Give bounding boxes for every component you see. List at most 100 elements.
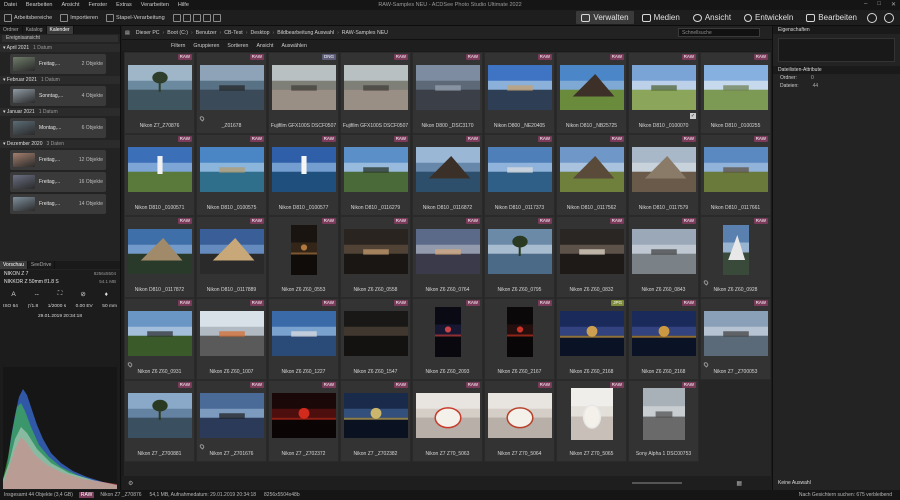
- help-icon[interactable]: [867, 13, 877, 23]
- menu-item[interactable]: Datei: [4, 2, 17, 8]
- tab-vorschau[interactable]: Vorschau: [0, 261, 28, 269]
- settings-icon[interactable]: ⚙: [128, 480, 133, 487]
- zoom-slider[interactable]: [632, 482, 682, 484]
- thumbnail[interactable]: RAW Nikon Z6 Z60_0843: [628, 216, 699, 298]
- calendar-day[interactable]: Freitag,... 12 Objekte: [10, 150, 106, 170]
- breadcrumb-item[interactable]: Benutzer: [193, 30, 220, 36]
- rotate-icon[interactable]: [202, 13, 211, 22]
- thumbnail[interactable]: RAW Nikon D810 _0116279: [340, 134, 411, 216]
- calendar-day[interactable]: Freitag,... 2 Objekte: [10, 54, 106, 74]
- thumbnail[interactable]: RAW Nikon Z6 Z60_1547: [340, 298, 411, 380]
- maximize-icon[interactable]: □: [877, 1, 881, 8]
- thumbnail[interactable]: RAW Nikon D810 _0117661: [700, 134, 771, 216]
- thumbnail[interactable]: RAW Nikon Z6 Z60_2093: [412, 298, 483, 380]
- thumbnail[interactable]: RAW Nikon Z7 _Z700053: [700, 298, 771, 380]
- thumbnail[interactable]: RAW Nikon Z6 Z60_2167: [484, 298, 555, 380]
- mode-verwalten-button[interactable]: Verwalten: [576, 11, 634, 24]
- thumbnail[interactable]: RAW Nikon D800 _DSC3170: [412, 52, 483, 134]
- menu-item[interactable]: Bearbeiten: [26, 2, 53, 8]
- thumbnail[interactable]: RAW Nikon D810 _0116872: [412, 134, 483, 216]
- thumbnail[interactable]: RAW Nikon Z6 Z60_0558: [340, 216, 411, 298]
- thumbnail[interactable]: DNG Fujifilm GFX100S DSCF0507: [268, 52, 339, 134]
- calendar-day[interactable]: Freitag,... 14 Objekte: [10, 194, 106, 214]
- mode-ansicht-button[interactable]: Ansicht: [688, 11, 736, 24]
- thumbnail[interactable]: RAW Nikon Z7 _Z700881: [124, 380, 195, 462]
- calendar-month[interactable]: ▾ Februar 2021 1 Datum: [0, 76, 120, 84]
- thumbnail[interactable]: RAW Sony Alpha 1 DSC00753: [628, 380, 699, 462]
- thumbnail[interactable]: RAW _Z01678: [196, 52, 267, 134]
- calendar-view-select[interactable]: Ereignisansicht: [2, 35, 118, 42]
- calendar-month[interactable]: ▾ Dezember 2020 3 Daten: [0, 140, 120, 148]
- minimize-icon[interactable]: –: [864, 1, 867, 8]
- thumbnail[interactable]: RAW Nikon D810 _0100575: [196, 134, 267, 216]
- slideshow-icon[interactable]: [172, 13, 181, 22]
- tab-katalog[interactable]: Katalog: [23, 26, 47, 34]
- quick-search-input[interactable]: Schnellsuche: [678, 28, 760, 37]
- account-icon[interactable]: [884, 13, 894, 23]
- thumbnail[interactable]: RAW Nikon D810 _NB25725: [556, 52, 627, 134]
- thumbnail[interactable]: RAW Nikon Z6 Z60_2168: [628, 298, 699, 380]
- thumbnail[interactable]: RAW Nikon Z6 Z60_0928: [700, 216, 771, 298]
- thumbnail[interactable]: RAW Nikon Z6 Z60_0553: [268, 216, 339, 298]
- upload-icon[interactable]: [192, 13, 201, 22]
- menu-item[interactable]: Verarbeiten: [141, 2, 169, 8]
- thumbnail[interactable]: RAW Nikon Z7 Z70_5063: [412, 380, 483, 462]
- calendar-month[interactable]: ▾ Januar 2021 1 Datum: [0, 108, 120, 116]
- breadcrumb-item[interactable]: Dieser PC: [133, 30, 163, 36]
- thumbnail[interactable]: RAW Nikon Z6 Z60_0795: [484, 216, 555, 298]
- thumbnail[interactable]: RAW Nikon D810 _0117872: [124, 216, 195, 298]
- thumbnail[interactable]: RAW Nikon Z6 Z60_0931: [124, 298, 195, 380]
- tab-seedrive[interactable]: SeeDrive: [28, 261, 56, 269]
- thumbnail[interactable]: RAW Nikon Z6 Z60_1007: [196, 298, 267, 380]
- filterbar-gruppieren-button[interactable]: Gruppieren: [190, 43, 222, 49]
- breadcrumb-item[interactable]: Bildbearbeitung Auswahl: [274, 30, 337, 36]
- thumbnail[interactable]: RAW Nikon D800 _NE20405: [484, 52, 555, 134]
- tab-ordner[interactable]: Ordner: [0, 26, 23, 34]
- workspaces-button[interactable]: Arbeitsbereiche: [0, 13, 56, 22]
- thumbnail[interactable]: RAW Nikon D810 _0100571: [124, 134, 195, 216]
- thumbnail[interactable]: RAW Nikon D810 _0117562: [556, 134, 627, 216]
- thumbnail[interactable]: RAW Nikon D810 _0117889: [196, 216, 267, 298]
- filterbar-filtern-button[interactable]: Filtern: [168, 43, 188, 49]
- menu-item[interactable]: Hilfe: [178, 2, 189, 8]
- thumbnail[interactable]: RAW Nikon D810 _0117579: [628, 134, 699, 216]
- layout-icon[interactable]: [182, 13, 191, 22]
- play-icon[interactable]: [212, 13, 221, 22]
- batch-button[interactable]: Stapel-Verarbeitung: [102, 13, 169, 22]
- calendar-day[interactable]: Freitag,... 16 Objekte: [10, 172, 106, 192]
- thumbnail[interactable]: RAW Nikon Z7_Z70876: [124, 52, 195, 134]
- breadcrumb-item[interactable]: CB-Test: [221, 30, 245, 36]
- thumbnail[interactable]: RAW Nikon D810 _0100577: [268, 134, 339, 216]
- calendar-day[interactable]: Sonntag,... 4 Objekte: [10, 86, 106, 106]
- mode-medien-button[interactable]: Medien: [637, 11, 685, 24]
- calendar-day[interactable]: Montag,... 6 Objekte: [10, 118, 106, 138]
- thumbnail[interactable]: RAW Nikon Z6 Z60_1227: [268, 298, 339, 380]
- import-button[interactable]: Importieren: [56, 13, 102, 22]
- filterbar-ansicht-button[interactable]: Ansicht: [253, 43, 276, 49]
- filterbar-auswählen-button[interactable]: Auswählen: [278, 43, 309, 49]
- thumbnail[interactable]: RAW Nikon Z7 Z70_5065: [556, 380, 627, 462]
- close-icon[interactable]: ✕: [891, 1, 896, 8]
- thumbnail[interactable]: RAW Nikon Z7 _Z701676: [196, 380, 267, 462]
- thumbnail[interactable]: RAW Nikon D810 _0100070 ✓: [628, 52, 699, 134]
- folder-icon[interactable]: ▤: [122, 30, 133, 36]
- mode-bearbeiten-button[interactable]: Bearbeiten: [801, 11, 862, 24]
- menu-item[interactable]: Ansicht: [61, 2, 79, 8]
- menu-item[interactable]: Extras: [116, 2, 132, 8]
- thumbnail[interactable]: RAW Nikon Z7 Z70_5064: [484, 380, 555, 462]
- tagged-checkbox-icon[interactable]: ✓: [690, 113, 696, 119]
- thumbnail[interactable]: RAW Nikon Z7 _Z702372: [268, 380, 339, 462]
- thumbnail[interactable]: RAW Nikon Z6 Z60_0832: [556, 216, 627, 298]
- breadcrumb-item[interactable]: RAW-Samples NEU: [339, 30, 391, 36]
- view-options-icon[interactable]: ▦: [736, 480, 742, 487]
- thumbnail[interactable]: RAW Fujifilm GFX100S DSCF0507: [340, 52, 411, 134]
- thumbnail[interactable]: JPG Nikon Z6 Z60_2168: [556, 298, 627, 380]
- calendar-month[interactable]: ▾ April 2021 1 Datum: [0, 44, 120, 52]
- thumbnail[interactable]: RAW Nikon D810 _0117373: [484, 134, 555, 216]
- breadcrumb-item[interactable]: Boot (C:): [164, 30, 191, 36]
- filterbar-sortieren-button[interactable]: Sortieren: [224, 43, 251, 49]
- menu-item[interactable]: Fenster: [89, 2, 108, 8]
- tab-kalender[interactable]: Kalender: [46, 26, 74, 34]
- thumbnail[interactable]: RAW Nikon Z7 _Z702382: [340, 380, 411, 462]
- thumbnail[interactable]: RAW Nikon Z6 Z60_0764: [412, 216, 483, 298]
